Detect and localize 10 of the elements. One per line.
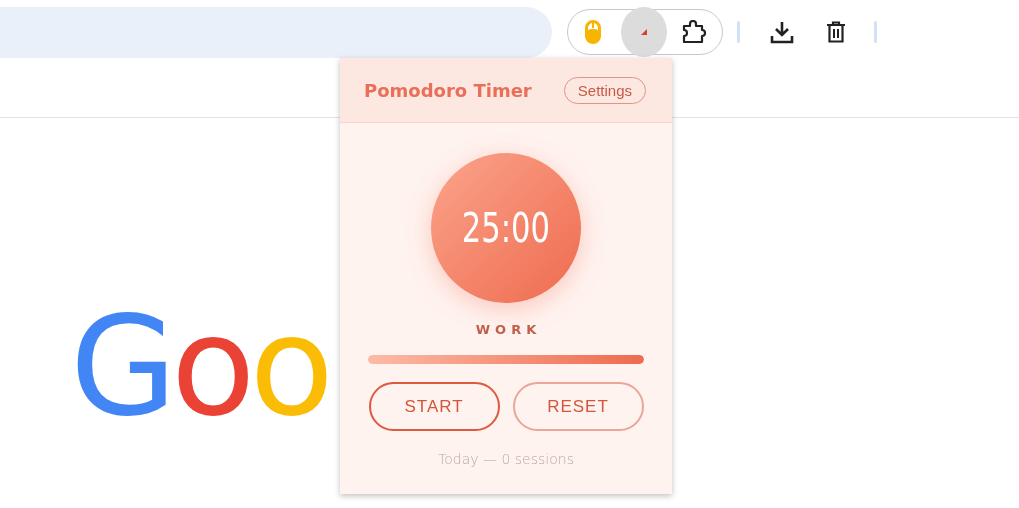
logo: Goo: [70, 298, 328, 436]
trash-icon[interactable]: [826, 21, 846, 43]
download-icon[interactable]: [770, 20, 794, 44]
start-button[interactable]: START: [368, 382, 500, 431]
puzzle-icon: [682, 20, 709, 44]
popup-title: Pomodoro Timer: [364, 79, 532, 101]
mode-label: WORK: [474, 322, 542, 337]
reset-button[interactable]: RESET: [512, 382, 644, 431]
timer-display: 25:00: [461, 205, 551, 251]
mouse-icon: [584, 20, 601, 44]
